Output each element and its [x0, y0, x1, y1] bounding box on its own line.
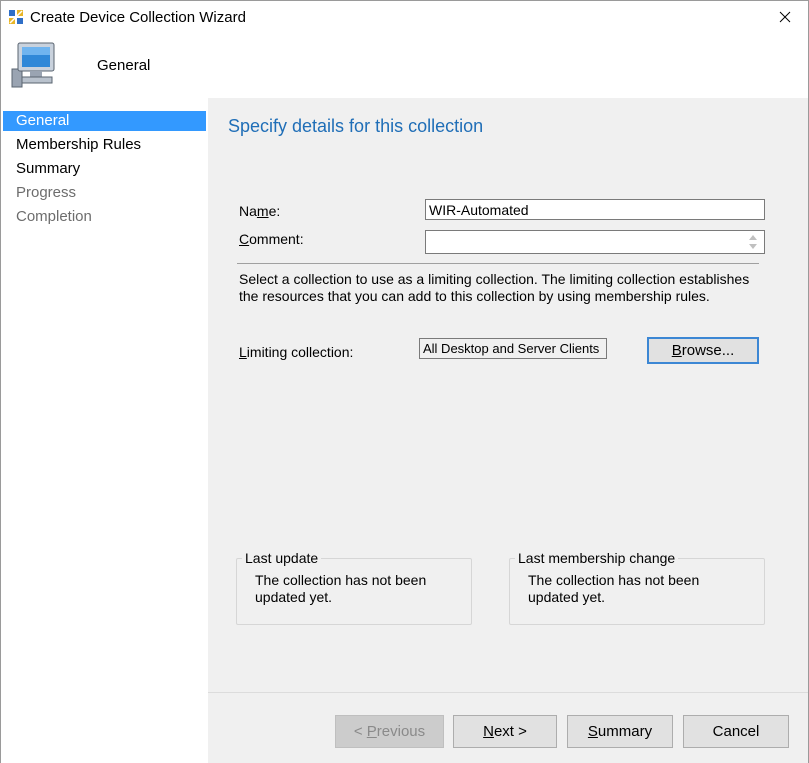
sidebar-item-membership-rules[interactable]: Membership Rules	[3, 135, 206, 155]
name-input[interactable]: WIR-Automated	[425, 199, 765, 220]
last-update-legend: Last update	[242, 550, 322, 566]
window-title: Create Device Collection Wizard	[30, 9, 246, 26]
wizard-footer: < Previous Next > Summary Cancel	[208, 692, 808, 763]
sidebar-item-completion: Completion	[16, 208, 92, 225]
computer-monitor-icon	[11, 42, 55, 88]
last-membership-change-legend: Last membership change	[515, 550, 679, 566]
wizard-header: General	[1, 33, 808, 98]
scroll-arrows-icon	[749, 235, 757, 249]
comment-input[interactable]	[425, 230, 765, 254]
last-update-text: The collection has not been updated yet.	[255, 572, 427, 605]
section-divider	[237, 263, 759, 264]
last-membership-change-text: The collection has not been updated yet.	[528, 572, 700, 605]
close-icon	[779, 11, 791, 23]
browse-button[interactable]: Browse...	[647, 337, 759, 364]
last-update-group: Last update The collection has not been …	[236, 550, 472, 625]
name-label: Name:	[239, 203, 281, 219]
section-title: Specify details for this collection	[228, 116, 484, 136]
summary-button[interactable]: Summary	[567, 715, 673, 748]
wizard-window: Create Device Collection Wizard General …	[0, 0, 809, 763]
next-button[interactable]: Next >	[453, 715, 557, 748]
wizard-steps-sidebar: General Membership Rules Summary Progres…	[1, 98, 208, 763]
sidebar-item-summary[interactable]: Summary	[3, 159, 206, 179]
comment-label: Comment:	[239, 231, 304, 247]
previous-button[interactable]: < Previous	[335, 715, 444, 748]
limiting-collection-label: Limiting collection:	[239, 344, 354, 360]
limiting-collection-field: All Desktop and Server Clients	[419, 338, 607, 359]
wizard-app-icon	[9, 10, 23, 24]
limiting-description: Select a collection to use as a limiting…	[239, 271, 750, 304]
sidebar-item-general[interactable]: General	[3, 111, 206, 131]
sidebar-item-progress: Progress	[16, 184, 77, 201]
title-bar: Create Device Collection Wizard	[1, 1, 808, 33]
close-button[interactable]	[762, 1, 808, 33]
main-panel: Specify details for this collection Name…	[208, 98, 808, 692]
header-title: General	[97, 57, 151, 74]
cancel-button[interactable]: Cancel	[683, 715, 789, 748]
last-membership-change-group: Last membership change The collection ha…	[509, 550, 765, 625]
